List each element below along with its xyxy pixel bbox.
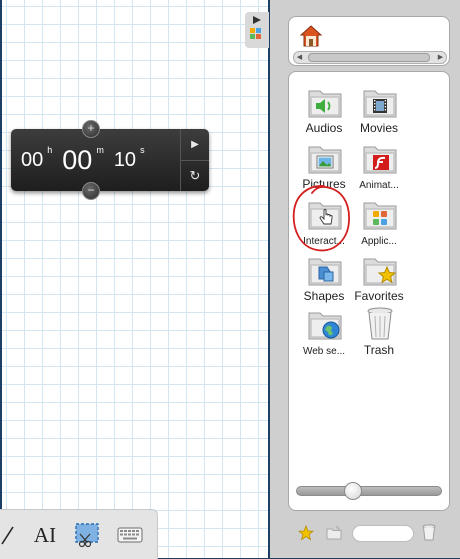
- timer-hours[interactable]: 00: [21, 143, 43, 177]
- timer-minutes-unit: m: [96, 145, 104, 155]
- sidebar-collapse-tab[interactable]: [245, 12, 269, 48]
- delete-icon[interactable]: [422, 524, 436, 541]
- scroll-right-arrow-icon[interactable]: ▶: [435, 52, 446, 63]
- library-item-label: Shapes: [303, 289, 345, 303]
- library-item-movies[interactable]: Movies: [350, 84, 408, 138]
- text-tool-icon[interactable]: AI: [32, 520, 58, 550]
- timer-increase-button[interactable]: +: [82, 120, 100, 138]
- timer-minutes[interactable]: 00: [62, 143, 92, 177]
- library-item-audios[interactable]: Audios: [295, 84, 353, 138]
- whiteboard-canvas[interactable]: [2, 0, 268, 558]
- library-item-label: Pictures: [302, 177, 346, 191]
- scroll-left-arrow-icon[interactable]: ◀: [294, 52, 305, 63]
- timer-display: 00 h 00 m 10 s: [21, 143, 145, 177]
- library-item-label: Favorites: [354, 289, 404, 303]
- slider-thumb[interactable]: [344, 482, 362, 500]
- library-item-label: Trash: [363, 343, 395, 357]
- add-favorite-star-icon[interactable]: [298, 525, 314, 541]
- library-item-interactivities[interactable]: Interact...: [295, 196, 353, 250]
- library-item-label: Web se...: [302, 346, 346, 357]
- favorites-folder-icon: [363, 258, 397, 286]
- keyboard-icon[interactable]: [116, 520, 144, 550]
- interactive-folder-icon: [308, 202, 342, 230]
- library-item-label: Movies: [359, 121, 398, 135]
- web-search-folder-icon: [308, 312, 342, 340]
- applications-folder-icon: [363, 202, 397, 230]
- library-item-animations[interactable]: Animat...: [350, 140, 408, 194]
- movie-folder-icon: [363, 90, 397, 118]
- library-item-label: Animat...: [359, 180, 399, 191]
- timer-decrease-button[interactable]: −: [82, 182, 100, 200]
- library-item-web-search[interactable]: Web se...: [295, 306, 353, 360]
- home-icon[interactable]: [299, 25, 323, 47]
- library-item-label: Applic...: [361, 236, 397, 247]
- library-bottom-bar: [288, 520, 450, 546]
- pictures-folder-icon: [308, 146, 342, 174]
- library-item-label: Audios: [305, 121, 343, 135]
- shapes-folder-icon: [308, 258, 342, 286]
- timer-reset-button[interactable]: ↻: [181, 160, 209, 191]
- new-folder-icon[interactable]: [326, 526, 342, 540]
- library-folder-panel: Audios Movies Pictures Animat... Interac…: [288, 71, 450, 511]
- library-path-scrollbar[interactable]: ◀ ▶: [293, 51, 447, 64]
- audio-folder-icon: [308, 90, 342, 118]
- library-search-field[interactable]: [352, 525, 414, 542]
- animations-folder-icon: [363, 146, 397, 174]
- thumbnail-size-slider[interactable]: [296, 482, 442, 500]
- bottom-toolbar: AI: [0, 509, 158, 559]
- timer-controls: ▶ ↻: [180, 129, 209, 191]
- library-navigation: ◀ ▶: [288, 16, 450, 66]
- timer-start-button[interactable]: ▶: [181, 129, 209, 161]
- library-item-shapes[interactable]: Shapes: [295, 252, 353, 306]
- countdown-timer-widget[interactable]: + 00 h 00 m 10 s ▶ ↻ −: [11, 120, 209, 200]
- timer-hours-unit: h: [47, 145, 53, 155]
- library-item-favorites[interactable]: Favorites: [350, 252, 408, 306]
- library-item-trash[interactable]: Trash: [350, 306, 408, 360]
- screen-capture-icon[interactable]: [74, 520, 100, 550]
- library-item-pictures[interactable]: Pictures: [295, 140, 353, 194]
- line-tool-icon[interactable]: [0, 520, 16, 550]
- library-item-label: Interact...: [303, 236, 345, 247]
- trash-icon: [367, 307, 393, 340]
- scrollbar-thumb[interactable]: [308, 53, 430, 62]
- timer-seconds-unit: s: [140, 145, 145, 155]
- timer-seconds[interactable]: 10: [114, 143, 136, 177]
- library-item-applications[interactable]: Applic...: [350, 196, 408, 250]
